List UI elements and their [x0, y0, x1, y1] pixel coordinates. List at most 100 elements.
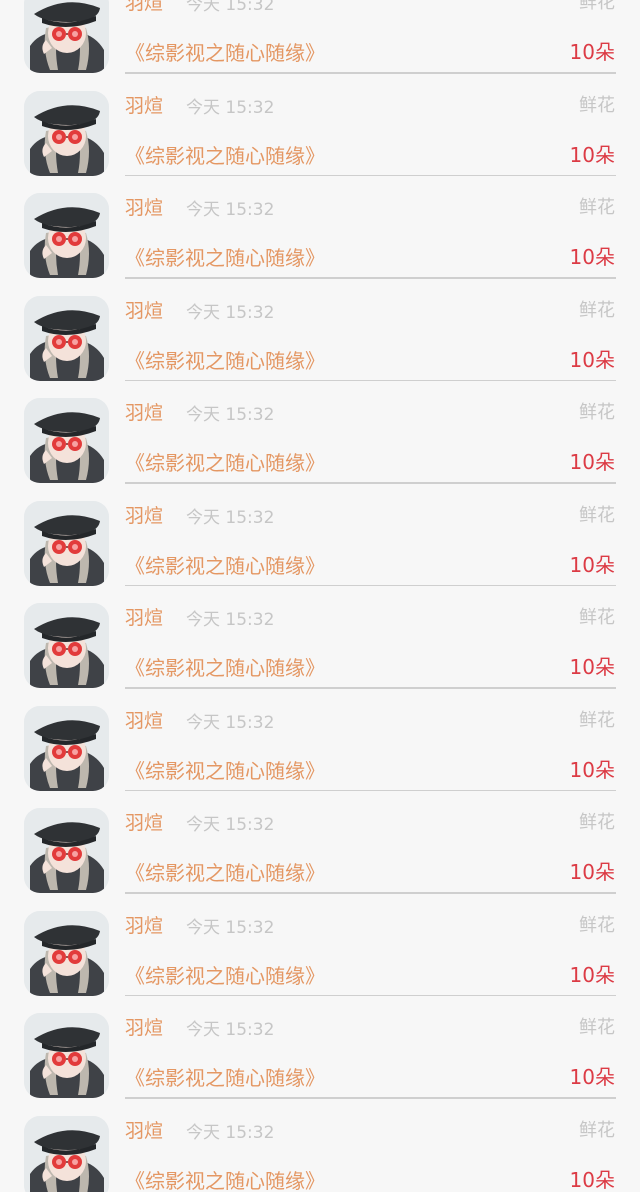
book-title-link[interactable]: 《综影视之随心随缘》 — [125, 348, 325, 374]
avatar-illustration — [24, 500, 109, 586]
timestamp: 今天 15:32 — [186, 712, 275, 733]
timestamp: 今天 15:32 — [186, 302, 275, 323]
gift-count: 10朵 — [569, 655, 615, 679]
gift-count: 10朵 — [569, 245, 615, 269]
gift-count: 10朵 — [569, 757, 615, 782]
list-item[interactable]: 羽煊 今天 15:32 鲜花 《综影视之随心随缘》 10朵 — [0, 398, 640, 500]
sender-name: 羽煊 — [125, 812, 164, 834]
avatar-illustration — [24, 705, 109, 791]
list-item[interactable]: 羽煊 今天 15:32 鲜花 《综影视之随心随缘》 10朵 — [0, 910, 640, 1013]
gift-type-label: 鲜花 — [579, 504, 615, 526]
avatar-illustration — [24, 193, 109, 278]
sender-name: 羽煊 — [125, 504, 164, 527]
list-item[interactable]: 羽煊 今天 15:32 鲜花 《综影视之随心随缘》 10朵 — [0, 500, 640, 603]
gift-type-label: 鲜花 — [579, 0, 615, 13]
gift-count: 10朵 — [569, 962, 615, 987]
sender-name: 羽煊 — [125, 1017, 164, 1039]
avatar-illustration — [24, 1013, 109, 1098]
avatar-illustration — [24, 910, 109, 996]
book-title-link[interactable]: 《综影视之随心随缘》 — [125, 1168, 325, 1192]
timestamp: 今天 15:32 — [186, 1020, 275, 1040]
avatar-illustration — [24, 808, 109, 893]
gift-type-label: 鲜花 — [579, 709, 615, 731]
list-item[interactable]: 羽煊 今天 15:32 鲜花 《综影视之随心随缘》 10朵 — [0, 808, 640, 910]
avatar-illustration — [24, 90, 109, 176]
list-item[interactable]: 羽煊 今天 15:32 鲜花 《综影视之随心随缘》 10朵 — [0, 295, 640, 398]
avatar-icon[interactable] — [24, 90, 109, 176]
gift-count: 10朵 — [569, 860, 615, 884]
gift-type-label: 鲜花 — [579, 1017, 615, 1038]
timestamp: 今天 15:32 — [186, 0, 275, 15]
avatar-icon[interactable] — [24, 0, 109, 73]
sender-name: 羽煊 — [125, 709, 164, 732]
gift-count: 10朵 — [569, 1167, 615, 1192]
list-item[interactable]: 羽煊 今天 15:32 鲜花 《综影视之随心随缘》 10朵 — [0, 603, 640, 705]
gift-type-label: 鲜花 — [579, 812, 615, 833]
list-item[interactable]: 羽煊 今天 15:32 鲜花 《综影视之随心随缘》 10朵 — [0, 1013, 640, 1115]
list-item[interactable]: 羽煊 今天 15:32 鲜花 《综影视之随心随缘》 10朵 — [0, 193, 640, 295]
divider — [125, 1097, 616, 1099]
avatar-icon[interactable] — [24, 500, 109, 586]
book-title-link[interactable]: 《综影视之随心随缘》 — [125, 758, 325, 784]
gift-count: 10朵 — [569, 40, 615, 64]
divider — [125, 687, 616, 689]
book-title-link[interactable]: 《综影视之随心随缘》 — [125, 143, 325, 169]
gift-type-label: 鲜花 — [579, 1119, 615, 1141]
sender-name: 羽煊 — [125, 402, 164, 424]
avatar-illustration — [24, 295, 109, 381]
gift-type-label: 鲜花 — [579, 197, 615, 218]
gift-type-label: 鲜花 — [579, 299, 615, 321]
divider — [125, 892, 616, 894]
avatar-icon[interactable] — [24, 808, 109, 893]
timestamp: 今天 15:32 — [186, 1122, 275, 1143]
avatar-illustration — [24, 1115, 109, 1192]
sender-name: 羽煊 — [125, 914, 164, 937]
gift-count: 10朵 — [569, 1065, 615, 1089]
book-title-link[interactable]: 《综影视之随心随缘》 — [125, 450, 325, 476]
divider — [125, 584, 616, 586]
list-item[interactable]: 羽煊 今天 15:32 鲜花 《综影视之随心随缘》 10朵 — [0, 0, 640, 90]
avatar-icon[interactable] — [24, 1013, 109, 1098]
sender-name: 羽煊 — [125, 299, 164, 322]
gift-type-label: 鲜花 — [579, 914, 615, 936]
avatar-icon[interactable] — [24, 603, 109, 688]
timestamp: 今天 15:32 — [186, 405, 275, 425]
avatar-icon[interactable] — [24, 705, 109, 791]
avatar-icon[interactable] — [24, 910, 109, 996]
gift-count: 10朵 — [569, 142, 615, 167]
sender-name: 羽煊 — [125, 94, 164, 117]
divider — [125, 482, 616, 484]
gift-type-label: 鲜花 — [579, 607, 615, 628]
list-item[interactable]: 羽煊 今天 15:32 鲜花 《综影视之随心随缘》 10朵 — [0, 90, 640, 193]
list-item[interactable]: 羽煊 今天 15:32 鲜花 《综影视之随心随缘》 10朵 — [0, 1115, 640, 1192]
book-title-link[interactable]: 《综影视之随心随缘》 — [125, 245, 325, 271]
book-title-link[interactable]: 《综影视之随心随缘》 — [125, 1065, 325, 1091]
gift-type-label: 鲜花 — [579, 94, 615, 116]
timestamp: 今天 15:32 — [186, 200, 275, 220]
sender-name: 羽煊 — [125, 197, 164, 219]
sender-name: 羽煊 — [125, 607, 164, 629]
gift-count: 10朵 — [569, 450, 615, 474]
book-title-link[interactable]: 《综影视之随心随缘》 — [125, 655, 325, 681]
book-title-link[interactable]: 《综影视之随心随缘》 — [125, 860, 325, 886]
timestamp: 今天 15:32 — [186, 610, 275, 630]
sender-name: 羽煊 — [125, 1119, 164, 1142]
timestamp: 今天 15:32 — [186, 507, 275, 528]
book-title-link[interactable]: 《综影视之随心随缘》 — [125, 553, 325, 579]
gift-type-label: 鲜花 — [579, 402, 615, 423]
list-item[interactable]: 羽煊 今天 15:32 鲜花 《综影视之随心随缘》 10朵 — [0, 705, 640, 808]
gift-count: 10朵 — [569, 552, 615, 577]
gift-record-list: 羽煊 今天 15:32 鲜花 《综影视之随心随缘》 10朵 羽煊 今天 15:3… — [0, 0, 640, 1192]
timestamp: 今天 15:32 — [186, 97, 275, 118]
divider — [125, 994, 616, 996]
gift-count: 10朵 — [569, 347, 615, 372]
book-title-link[interactable]: 《综影视之随心随缘》 — [125, 963, 325, 989]
book-title-link[interactable]: 《综影视之随心随缘》 — [125, 40, 325, 66]
avatar-icon[interactable] — [24, 295, 109, 381]
timestamp: 今天 15:32 — [186, 815, 275, 835]
avatar-icon[interactable] — [24, 398, 109, 483]
avatar-icon[interactable] — [24, 193, 109, 278]
avatar-icon[interactable] — [24, 1115, 109, 1192]
divider — [125, 277, 616, 279]
avatar-illustration — [24, 398, 109, 483]
